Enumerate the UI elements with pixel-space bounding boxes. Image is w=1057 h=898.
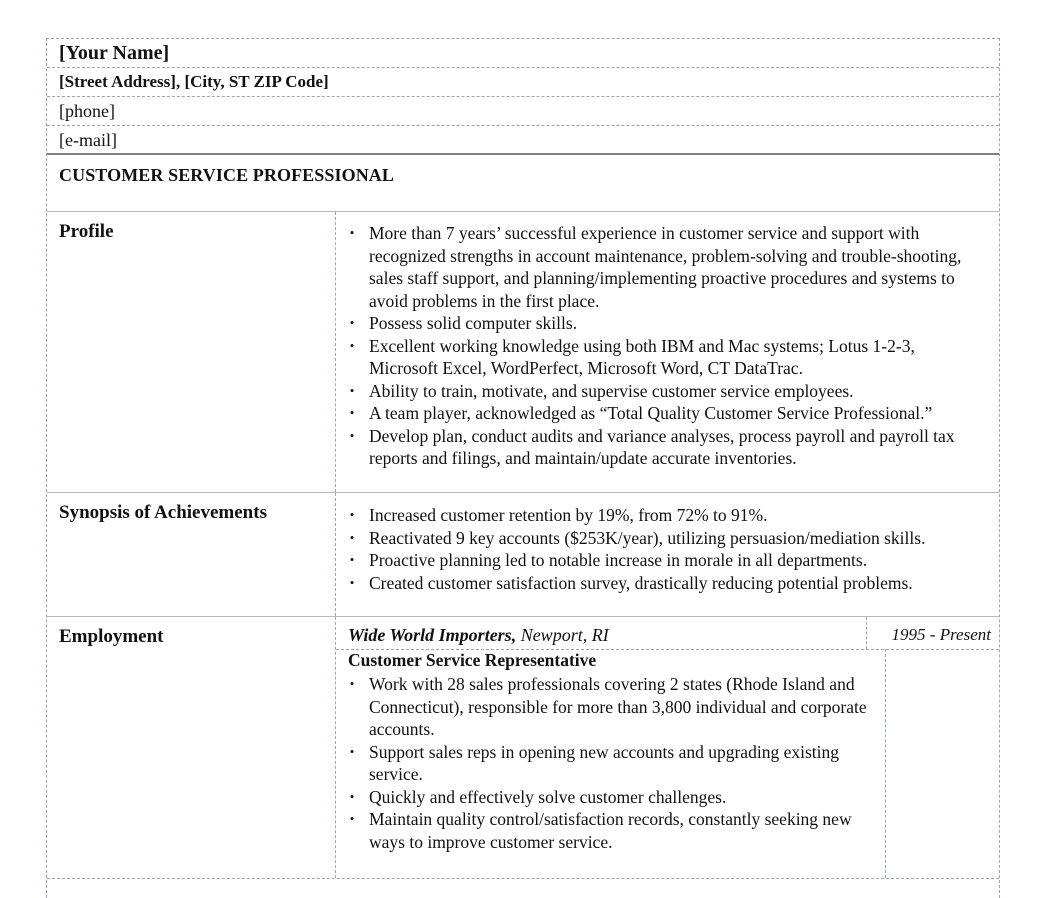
dates-cell: 1995 - Present bbox=[866, 617, 999, 649]
employment-section: Employment Wide World Importers, Newport… bbox=[47, 617, 999, 879]
bullet-icon: • bbox=[349, 405, 355, 420]
bullet-icon: • bbox=[349, 427, 355, 443]
employment-dates[interactable]: 1995 - Present bbox=[892, 625, 991, 645]
synopsis-body: • Increased customer retention by 19%, fr… bbox=[335, 493, 999, 616]
bullet-text: Develop plan, conduct audits and varianc… bbox=[369, 425, 955, 469]
bullet-icon: • bbox=[349, 382, 355, 398]
employment-header-row: Wide World Importers, Newport, RI 1995 -… bbox=[336, 617, 999, 650]
phone-field[interactable]: [phone] bbox=[47, 97, 999, 126]
bullet-item[interactable]: • Maintain quality control/satisfaction r… bbox=[346, 808, 871, 853]
title-row: CUSTOMER SERVICE PROFESSIONAL bbox=[47, 155, 999, 212]
resume-title[interactable]: CUSTOMER SERVICE PROFESSIONAL bbox=[59, 165, 394, 186]
bullet-item[interactable]: • A team player, acknowledged as “Total Q… bbox=[346, 402, 981, 425]
bullet-icon: • bbox=[349, 507, 355, 522]
synopsis-label[interactable]: Synopsis of Achievements bbox=[59, 502, 267, 524]
bullet-text: Created customer satisfaction survey, dr… bbox=[369, 572, 913, 593]
bullet-text: Excellent working knowledge using both I… bbox=[369, 335, 915, 379]
bullet-icon: • bbox=[349, 225, 355, 240]
bullet-icon: • bbox=[349, 552, 355, 567]
bullet-icon: • bbox=[349, 337, 355, 353]
bullet-icon: • bbox=[349, 788, 355, 804]
bullet-item[interactable]: • Excellent working knowledge using both … bbox=[346, 335, 981, 380]
company-line[interactable]: Wide World Importers, Newport, RI bbox=[348, 625, 609, 646]
profile-label[interactable]: Profile bbox=[59, 221, 114, 243]
resume-page: [Your Name] [Street Address], [City, ST … bbox=[46, 38, 1000, 898]
bullet-item[interactable]: • Created customer satisfaction survey, d… bbox=[346, 572, 981, 595]
email-field[interactable]: [e-mail] bbox=[47, 126, 999, 155]
company-location: Newport, RI bbox=[516, 625, 609, 645]
employment-right-cell bbox=[885, 649, 999, 878]
bullet-text: Increased customer retention by 19%, fro… bbox=[369, 505, 768, 525]
bullet-item[interactable]: • Reactivated 9 key accounts ($253K/year)… bbox=[346, 527, 981, 550]
bullet-text: Possess solid computer skills. bbox=[369, 313, 578, 333]
bullet-icon: • bbox=[349, 315, 355, 330]
bullet-text: Ability to train, motivate, and supervis… bbox=[369, 380, 854, 401]
name-field[interactable]: [Your Name] bbox=[47, 39, 999, 68]
bullet-text: Support sales reps in opening new accoun… bbox=[369, 741, 839, 785]
bullet-item[interactable]: • Develop plan, conduct audits and varian… bbox=[346, 425, 981, 470]
bullet-icon: • bbox=[349, 676, 355, 691]
profile-body: • More than 7 years’ successful experienc… bbox=[335, 212, 999, 492]
bullet-icon: • bbox=[349, 811, 355, 826]
bullet-text: More than 7 years’ successful experience… bbox=[369, 223, 962, 311]
bullet-item[interactable]: • Support sales reps in opening new accou… bbox=[346, 741, 871, 786]
bullet-item[interactable]: • Work with 28 sales professionals coveri… bbox=[346, 673, 871, 741]
employment-label[interactable]: Employment bbox=[59, 626, 164, 648]
company-name: Wide World Importers, bbox=[348, 625, 517, 645]
bullet-text: Proactive planning led to notable increa… bbox=[369, 550, 868, 570]
bullet-text: Maintain quality control/satisfaction re… bbox=[369, 809, 852, 852]
bullet-item[interactable]: • More than 7 years’ successful experienc… bbox=[346, 222, 981, 312]
bullet-item[interactable]: • Increased customer retention by 19%, fr… bbox=[346, 504, 981, 527]
bullet-text: A team player, acknowledged as “Total Qu… bbox=[369, 403, 933, 423]
employment-bullets: • Work with 28 sales professionals coveri… bbox=[346, 673, 871, 853]
synopsis-bullets: • Increased customer retention by 19%, fr… bbox=[346, 504, 981, 594]
synopsis-section: Synopsis of Achievements • Increased cust… bbox=[47, 493, 999, 617]
profile-section: Profile • More than 7 years’ successful e… bbox=[47, 212, 999, 493]
bullet-text: Reactivated 9 key accounts ($253K/year),… bbox=[369, 527, 926, 548]
bullet-item[interactable]: • Quickly and effectively solve customer … bbox=[346, 786, 871, 809]
job-title[interactable]: Customer Service Representative bbox=[348, 650, 596, 671]
profile-bullets: • More than 7 years’ successful experienc… bbox=[346, 222, 981, 470]
bullet-icon: • bbox=[349, 529, 355, 545]
bullet-text: Quickly and effectively solve customer c… bbox=[369, 786, 727, 807]
bullet-item[interactable]: • Ability to train, motivate, and supervi… bbox=[346, 380, 981, 403]
bullet-icon: • bbox=[349, 743, 355, 759]
bullet-item[interactable]: • Proactive planning led to notable incre… bbox=[346, 549, 981, 572]
bullet-item[interactable]: • Possess solid computer skills. bbox=[346, 312, 981, 335]
bullet-text: Work with 28 sales professionals coverin… bbox=[369, 674, 867, 739]
bullet-icon: • bbox=[349, 574, 355, 590]
address-field[interactable]: [Street Address], [City, ST ZIP Code] bbox=[47, 68, 999, 97]
employment-body: Wide World Importers, Newport, RI 1995 -… bbox=[335, 617, 999, 878]
